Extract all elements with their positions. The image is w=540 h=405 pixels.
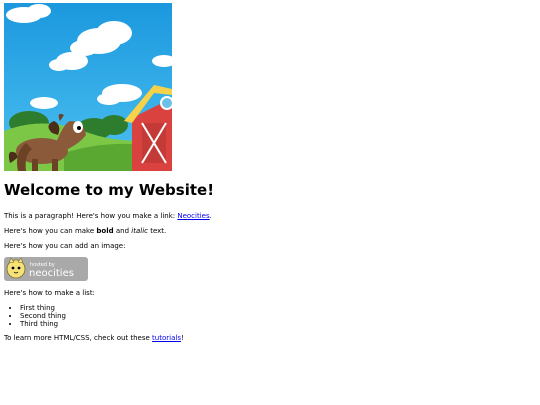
paragraph-text: To learn more HTML/CSS, check out these [4, 334, 153, 342]
paragraph-text: This is a paragraph! Here's how you make… [4, 212, 178, 220]
paragraph-image-intro: Here's how you can add an image: [4, 242, 126, 250]
badge-brand-text: neocities [29, 268, 74, 279]
neocities-link[interactable]: Neocities [177, 212, 209, 220]
cat-mascot-icon [6, 257, 26, 279]
page: Welcome to my Website! This is a paragra… [0, 0, 540, 405]
bold-text: bold [96, 227, 114, 235]
paragraph-link: This is a paragraph! Here's how you make… [4, 212, 540, 221]
paragraph-text: and [113, 227, 132, 235]
italic-text: italic [131, 227, 148, 235]
list-item: Second thing [20, 312, 540, 320]
paragraph-text: ! [180, 334, 184, 342]
paragraph-tutorials: To learn more HTML/CSS, check out these … [4, 334, 540, 343]
paragraph-list-intro: Here's how to make a list: [4, 289, 95, 297]
list-item: First thing [20, 304, 540, 312]
paragraph-text: . [209, 212, 212, 220]
paragraph-text: Here's how you can make [4, 227, 97, 235]
paragraph-formatting: Here's how you can make bold and italic … [4, 227, 540, 236]
list-item: Third thing [20, 320, 540, 328]
paragraph-text: text. [147, 227, 167, 235]
hero-image-horse [4, 3, 172, 171]
thing-list: First thing Second thing Third thing [4, 304, 540, 328]
page-heading: Welcome to my Website! [4, 181, 215, 199]
tutorials-link[interactable]: tutorials [152, 334, 181, 342]
hosted-by-neocities-badge: hosted by neocities [4, 257, 88, 281]
